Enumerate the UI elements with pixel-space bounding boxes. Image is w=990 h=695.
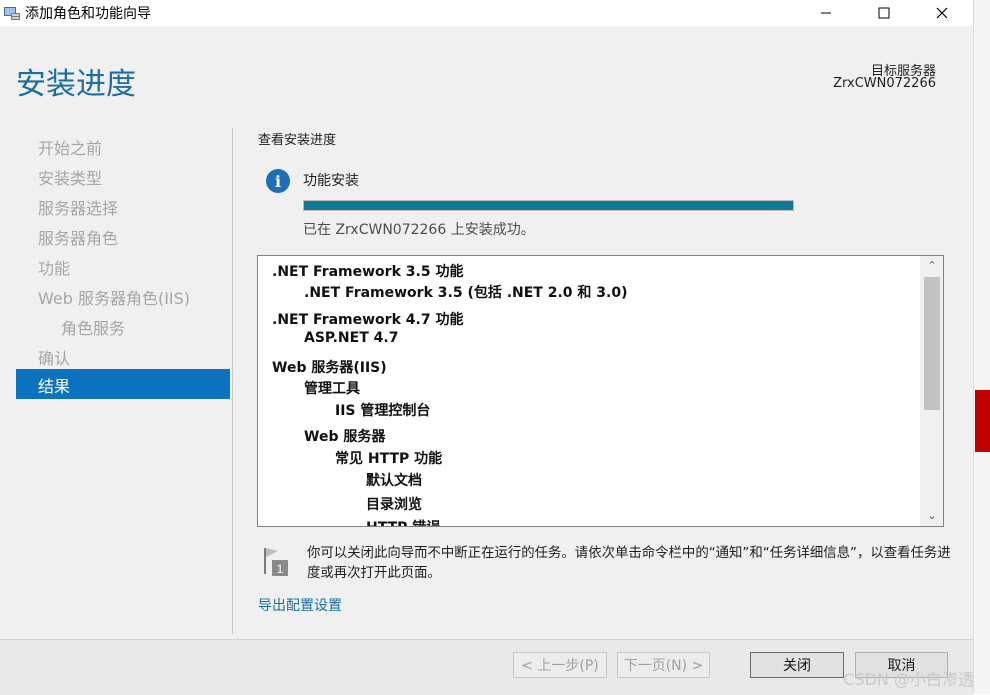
result-item: IIS 管理控制台 — [335, 403, 431, 419]
nav-item-server-selection: 服务器选择 — [38, 199, 119, 218]
maximize-button[interactable] — [855, 0, 913, 26]
next-button[interactable]: 下一页(N) > — [617, 652, 710, 678]
section-title: 查看安装进度 — [258, 133, 337, 148]
result-item: .NET Framework 3.5 (包括 .NET 2.0 和 3.0) — [304, 285, 628, 301]
result-item: Web 服务器 — [304, 429, 386, 445]
nav-item-results[interactable]: 结果 — [16, 369, 230, 399]
page-title: 安装进度 — [16, 67, 136, 102]
result-item: 默认文档 — [366, 473, 422, 489]
results-list[interactable]: .NET Framework 3.5 功能 .NET Framework 3.5… — [257, 255, 944, 527]
nav-item-confirmation: 确认 — [38, 349, 71, 368]
result-item: 管理工具 — [304, 381, 360, 397]
scroll-up-arrow-icon[interactable]: ⌃ — [924, 258, 940, 274]
minimize-button[interactable] — [797, 0, 855, 26]
install-status-text: 已在 ZrxCWN072266 上安装成功。 — [303, 222, 535, 238]
scroll-down-arrow-icon[interactable]: ⌄ — [924, 508, 940, 524]
nav-item-results-label: 结果 — [38, 377, 71, 396]
nav-item-server-roles: 服务器角色 — [38, 229, 119, 248]
nav-item-role-services: 角色服务 — [61, 319, 126, 338]
result-item: ASP.NET 4.7 — [304, 330, 399, 346]
previous-button[interactable]: < 上一步(P) — [513, 652, 607, 678]
close-window-button[interactable] — [913, 0, 971, 26]
feature-install-label: 功能安装 — [303, 173, 359, 189]
close-icon — [936, 7, 948, 19]
export-config-link[interactable]: 导出配置设置 — [258, 595, 342, 615]
background-red-mark — [975, 390, 990, 452]
close-button[interactable]: 关闭 — [750, 652, 844, 678]
nav-item-before-you-begin: 开始之前 — [38, 139, 103, 158]
install-progress-bar — [303, 200, 794, 211]
maximize-icon — [878, 7, 890, 19]
notification-flag-icon: 1 — [264, 548, 288, 576]
close-wizard-note: 你可以关闭此向导而不中断正在运行的任务。请依次单击命令栏中的“通知”和“任务详细… — [307, 546, 951, 581]
result-item: 常见 HTTP 功能 — [335, 451, 443, 467]
target-server-name: ZrxCWN072266 — [833, 76, 936, 91]
window-title: 添加角色和功能向导 — [25, 6, 151, 22]
result-item: .NET Framework 4.7 功能 — [272, 312, 464, 328]
info-icon: i — [266, 169, 290, 193]
nav-item-features: 功能 — [38, 259, 71, 278]
scrollbar-thumb[interactable] — [924, 277, 940, 410]
result-item: Web 服务器(IIS) — [272, 360, 387, 376]
watermark: CSDN @小白渗透 — [843, 670, 974, 689]
nav-item-web-server-role: Web 服务器角色(IIS) — [38, 289, 191, 308]
svg-text:1: 1 — [277, 562, 284, 576]
background-window-edge — [973, 0, 990, 694]
server-manager-icon — [4, 7, 20, 20]
minimize-icon — [821, 12, 831, 14]
nav-separator — [232, 128, 233, 634]
install-progress-fill — [304, 201, 793, 210]
result-item: HTTP 错误 — [366, 517, 440, 526]
result-item: 目录浏览 — [366, 497, 422, 513]
title-bar: 添加角色和功能向导 — [0, 0, 973, 26]
result-item: .NET Framework 3.5 功能 — [272, 264, 464, 280]
nav-item-installation-type: 安装类型 — [38, 169, 103, 188]
